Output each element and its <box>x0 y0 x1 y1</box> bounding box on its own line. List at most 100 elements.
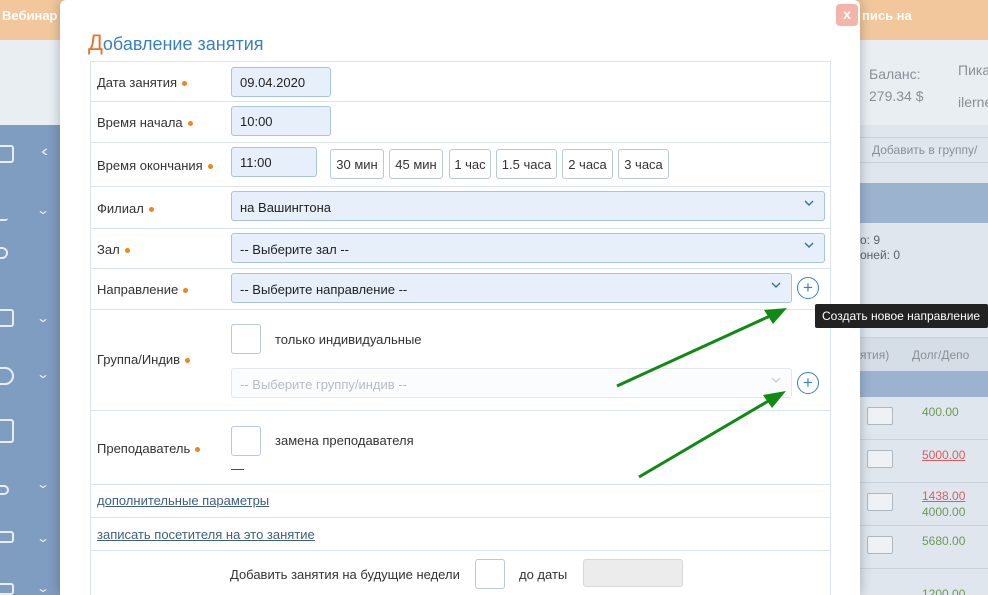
chevron-down-icon: ⌄ <box>35 367 51 381</box>
date-label: Дата занятия <box>97 75 188 90</box>
lesson-form: Дата занятия 09.04.2020 Время начала 10:… <box>90 61 831 595</box>
balance-value: 279.34 $ <box>869 88 924 104</box>
direction-label: Направление <box>97 282 189 297</box>
teacher-label: Преподаватель <box>97 441 201 456</box>
group-label: Группа/Индив <box>97 352 191 367</box>
start-time-input[interactable]: 10:00 <box>231 106 331 136</box>
table-header-cell: Долг/Депо <box>912 348 970 362</box>
balance-label: Баланс: <box>869 66 921 82</box>
replace-teacher-label: замена преподавателя <box>275 433 414 448</box>
start-time-row: Время начала 10:00 <box>91 102 830 143</box>
table-header: ятия) Долг/Депо <box>860 337 988 371</box>
required-dot <box>183 288 189 294</box>
row-value: 1438.00 <box>922 489 966 503</box>
chevron-down-icon: ⌄ <box>35 531 51 545</box>
required-dot <box>185 358 191 364</box>
plus-icon: + <box>803 373 813 392</box>
until-date-input[interactable] <box>583 559 683 587</box>
future-weeks-label: Добавить занятия на будущие недели <box>230 567 460 582</box>
extra-params-row: дополнительные параметры <box>91 485 830 518</box>
create-direction-tooltip: Создать новое направление <box>815 304 988 328</box>
add-direction-button[interactable]: + <box>797 277 819 299</box>
card-icon <box>0 583 14 595</box>
users-icon <box>0 485 9 495</box>
profile-card-icon <box>867 536 893 554</box>
group-select[interactable]: -- Выберите группу/индив -- <box>231 368 792 398</box>
hall-row: Зал -- Выберите зал -- <box>91 229 830 269</box>
enroll-row: записать посетителя на это занятие <box>91 518 830 551</box>
chevron-down-icon <box>771 282 781 288</box>
duration-30-button[interactable]: 30 мин <box>330 149 384 179</box>
background-blue-bar <box>860 183 988 223</box>
required-dot <box>207 164 213 170</box>
table-row: 5680.00 <box>860 526 988 569</box>
extra-params-link[interactable]: дополнительные параметры <box>97 493 269 508</box>
chevron-down-icon: ⌄ <box>35 203 51 217</box>
hall-label: Зал <box>97 242 130 257</box>
required-dot <box>148 207 154 213</box>
modal-title: Добавление занятия <box>88 30 264 56</box>
add-lesson-modal: Добавление занятия Дата занятия 09.04.20… <box>60 0 860 595</box>
direction-select[interactable]: -- Выберите направление -- <box>231 273 792 303</box>
enroll-visitor-link[interactable]: записать посетителя на это занятие <box>97 527 315 542</box>
background-sidebar: ‹ ⌄ ⌄ ⌄ ⌄ ⌄ ⌄ <box>0 125 60 595</box>
calendar-icon <box>0 145 14 163</box>
hall-select[interactable]: -- Выберите зал -- <box>231 233 825 263</box>
duration-45-button[interactable]: 45 мин <box>389 149 443 179</box>
plus-icon: + <box>803 278 813 297</box>
required-dot <box>182 81 188 87</box>
end-time-row: Время окончания 11:00 30 мин 45 мин 1 ча… <box>91 143 830 187</box>
required-dot <box>124 248 130 254</box>
individual-only-label: только индивидуальные <box>275 332 422 347</box>
help-icon <box>0 247 8 259</box>
chevron-down-icon: ⌄ <box>35 311 51 325</box>
group-row: Группа/Индив только индивидуальные -- Вы… <box>91 310 830 411</box>
row-value: 1200.00 <box>922 587 966 595</box>
teacher-value: — <box>231 461 244 476</box>
chevron-down-icon <box>804 200 814 206</box>
duration-1h-button[interactable]: 1 час <box>449 149 491 179</box>
modal-title-text: обавление занятия <box>102 34 264 54</box>
row-value: 5000.00 <box>922 448 966 462</box>
table-row: 400.00 <box>860 397 988 440</box>
add-to-group-button: Добавить в группу/ <box>860 137 988 163</box>
replace-teacher-checkbox[interactable] <box>231 426 261 456</box>
background-blue-bar <box>860 371 988 397</box>
close-modal-button[interactable]: x <box>836 4 858 26</box>
row-value: 4000.00 <box>922 505 966 519</box>
profile-card-icon <box>867 407 893 425</box>
chevron-down-icon: ⌄ <box>35 581 51 595</box>
phone-icon <box>0 419 14 443</box>
summary-line: оней: 0 <box>860 248 901 262</box>
rocket-icon <box>0 203 8 221</box>
table-header-cell: ятия) <box>860 348 890 362</box>
date-input[interactable]: 09.04.2020 <box>231 67 331 97</box>
table-row: 1200.00 <box>860 569 988 595</box>
branch-select-value: на Вашингтона <box>240 200 331 215</box>
background-right-panel: Добавить в группу/ о: 9 оней: 0 ятия) До… <box>860 125 988 595</box>
table-row: 5000.00 <box>860 440 988 483</box>
until-date-label: до даты <box>519 567 568 582</box>
list-icon <box>0 531 14 543</box>
start-time-label: Время начала <box>97 115 193 130</box>
add-group-button[interactable]: + <box>797 372 819 394</box>
future-weeks-row: Добавить занятия на будущие недели до да… <box>91 551 830 595</box>
profile-card-icon <box>867 450 893 468</box>
branch-select[interactable]: на Вашингтона <box>231 191 825 221</box>
date-row: Дата занятия 09.04.2020 <box>91 62 830 102</box>
end-time-label: Время окончания <box>97 158 213 173</box>
clock-icon <box>0 367 14 385</box>
pik-label: Пика <box>958 62 988 78</box>
future-weeks-checkbox[interactable] <box>475 559 505 589</box>
document-icon <box>0 309 14 327</box>
end-time-input[interactable]: 11:00 <box>231 147 317 177</box>
duration-2h-button[interactable]: 2 часа <box>562 149 613 179</box>
group-select-placeholder: -- Выберите группу/индив -- <box>240 377 407 392</box>
duration-1-5h-button[interactable]: 1.5 часа <box>496 149 557 179</box>
teacher-row: Преподаватель замена преподавателя — <box>91 411 830 485</box>
background-topbar-right-text: пись на <box>862 8 912 23</box>
required-dot <box>187 121 193 127</box>
individual-only-checkbox[interactable] <box>231 324 261 354</box>
duration-3h-button[interactable]: 3 часа <box>618 149 669 179</box>
required-dot <box>195 447 201 453</box>
